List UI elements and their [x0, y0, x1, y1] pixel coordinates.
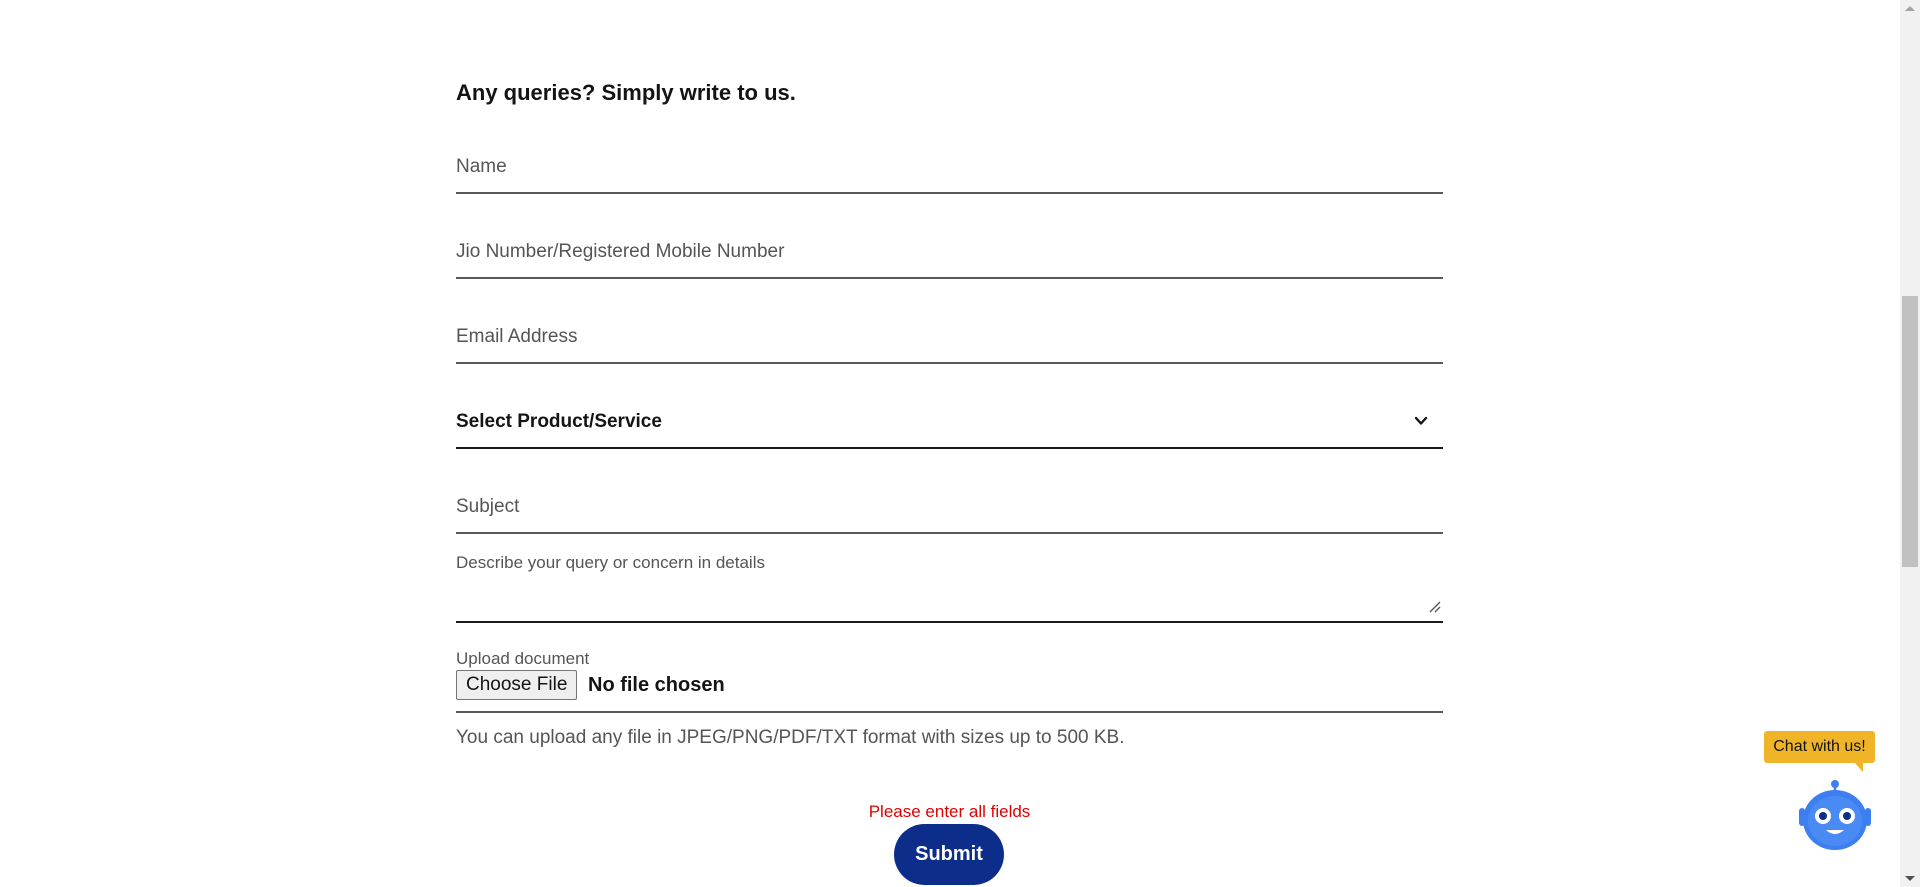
error-message: Please enter all fields [868, 802, 1031, 821]
name-placeholder: Name [456, 156, 507, 177]
product-service-select-value: Select Product/Service [456, 411, 662, 432]
scroll-up-arrow-icon[interactable] [1905, 6, 1915, 11]
mobile-number-placeholder: Jio Number/Registered Mobile Number [456, 241, 785, 262]
form-heading: Any queries? Simply write to us. [456, 80, 796, 105]
subject-placeholder: Subject [456, 496, 520, 517]
page: Any queries? Simply write to us. Name Ji… [0, 0, 1920, 887]
upload-document-field: Upload document Choose File No file chos… [456, 649, 1443, 713]
upload-hint: You can upload any file in JPEG/PNG/PDF/… [456, 727, 1125, 748]
name-field[interactable]: Name [456, 156, 1443, 194]
resize-handle-icon[interactable] [1427, 599, 1441, 613]
submit-button[interactable]: Submit [894, 824, 1004, 885]
choose-file-button[interactable]: Choose File [456, 670, 578, 700]
email-field[interactable]: Email Address [456, 326, 1443, 364]
product-service-select[interactable]: Select Product/Service [456, 411, 1443, 449]
vertical-scrollbar[interactable] [1900, 0, 1920, 887]
scrollbar-thumb[interactable] [1902, 296, 1918, 567]
mobile-number-field[interactable]: Jio Number/Registered Mobile Number [456, 241, 1443, 279]
email-placeholder: Email Address [456, 326, 578, 347]
description-label: Describe your query or concern in detail… [456, 553, 765, 572]
chat-bubble-tail [1854, 762, 1863, 772]
chat-with-us-bubble[interactable]: Chat with us! [1764, 731, 1875, 763]
file-status: No file chosen [588, 674, 725, 696]
description-textarea[interactable]: Describe your query or concern in detail… [456, 553, 1443, 623]
upload-label: Upload document [456, 649, 590, 668]
subject-field[interactable]: Subject [456, 496, 1443, 534]
robot-icon[interactable] [1796, 778, 1874, 856]
chevron-down-icon [1414, 416, 1428, 425]
scroll-down-arrow-icon[interactable] [1905, 876, 1915, 881]
